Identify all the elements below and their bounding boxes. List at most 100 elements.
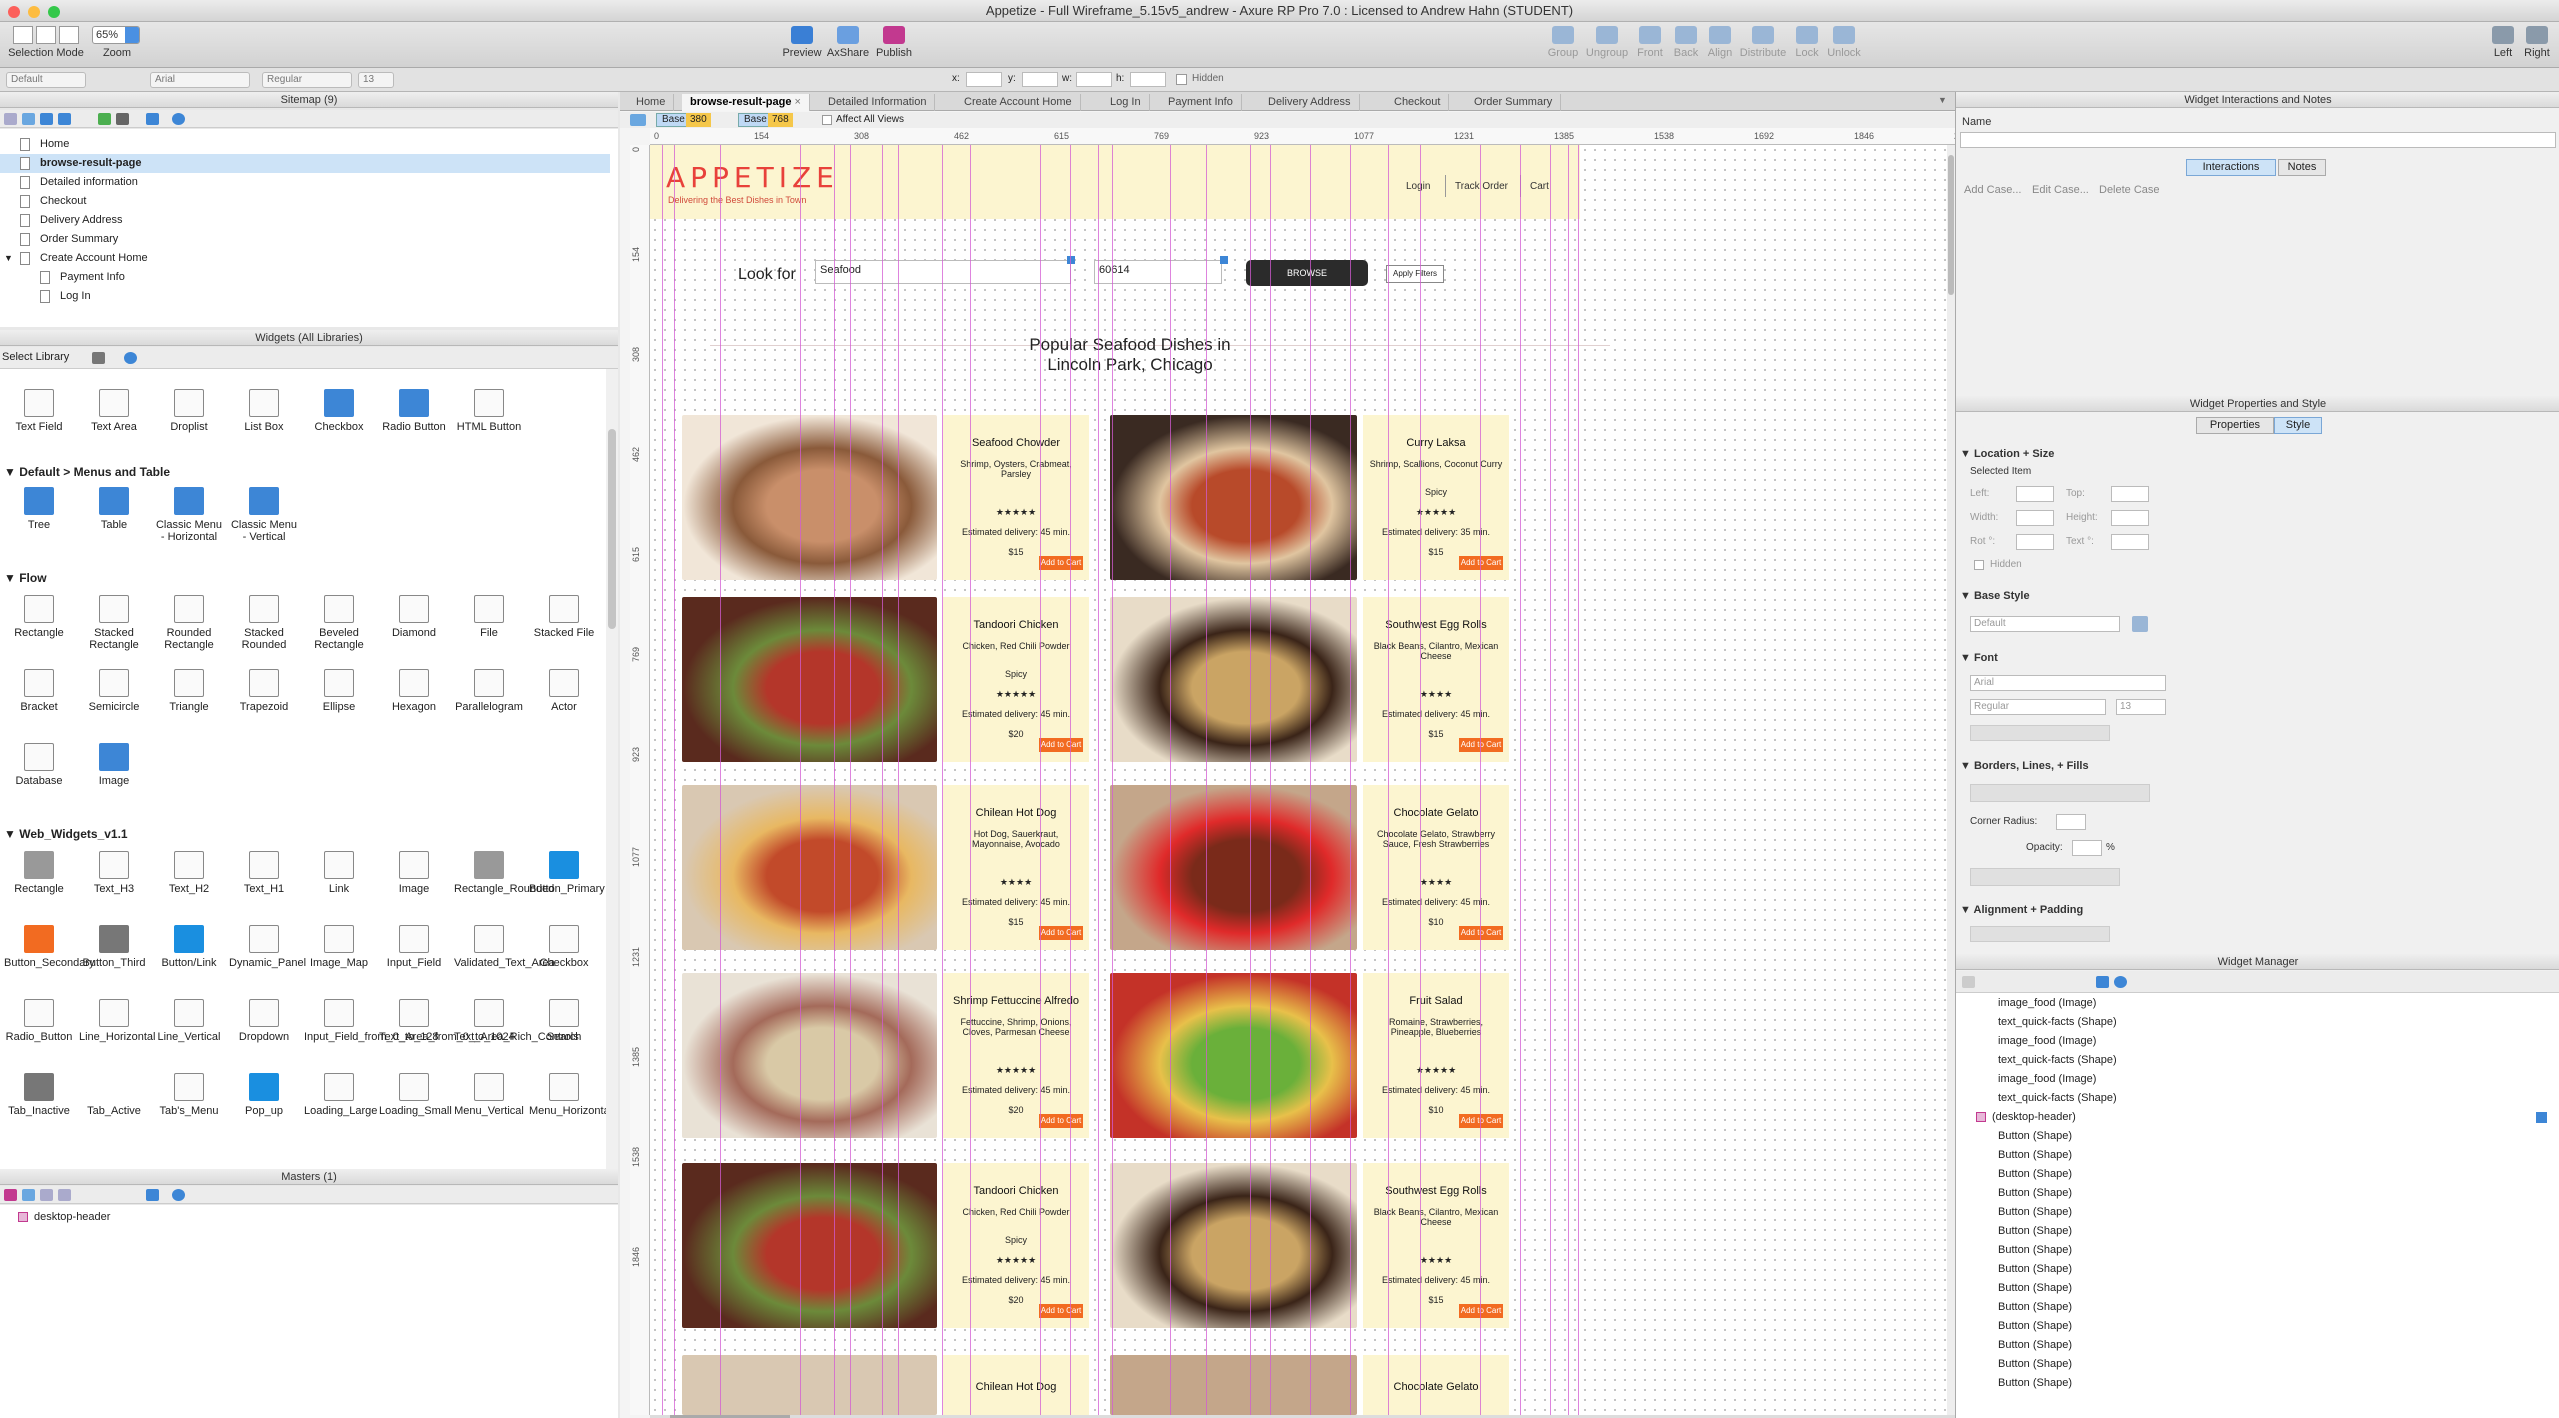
affect-all-views-checkbox[interactable] — [822, 115, 832, 125]
h-input[interactable] — [1130, 72, 1166, 87]
widget-button-primary[interactable]: Button_Primary — [529, 851, 605, 895]
preview-button[interactable]: Preview — [780, 26, 824, 59]
right-pane-toggle[interactable]: Right — [2520, 26, 2554, 59]
left-pane-toggle[interactable]: Left — [2488, 26, 2518, 59]
layout-guide[interactable] — [1578, 145, 1579, 1415]
dish-image[interactable] — [1110, 415, 1357, 580]
widget-manager-item[interactable]: text_quick-facts (Shape) — [1998, 1054, 2117, 1066]
widget-image[interactable]: Image — [79, 743, 149, 787]
tab-properties[interactable]: Properties — [2196, 417, 2274, 434]
move-down-icon[interactable] — [58, 1189, 71, 1201]
layout-guide[interactable] — [1420, 145, 1421, 1415]
canvas-v-scroll-thumb[interactable] — [1948, 155, 1954, 295]
add-to-cart-button[interactable]: Add to Cart — [1459, 1304, 1503, 1318]
widget-classic-menu-vertical[interactable]: Classic Menu - Vertical — [229, 487, 299, 543]
zoom-window-button[interactable] — [48, 6, 60, 18]
connector-mode-icon[interactable] — [59, 26, 79, 44]
top-input[interactable] — [2111, 486, 2149, 502]
tab-browse-result-page[interactable]: browse-result-page × — [682, 94, 810, 111]
delete-page-icon[interactable] — [146, 113, 159, 125]
layout-guide[interactable] — [1170, 145, 1171, 1415]
location-size-section[interactable]: ▼ Location + Size — [1960, 448, 2054, 460]
widget-manager-item[interactable]: Button (Shape) — [1998, 1282, 2072, 1294]
tab-log-in[interactable]: Log In — [1102, 94, 1150, 111]
select-library-dropdown[interactable]: Select Library — [2, 351, 69, 363]
sitemap-item-log-in[interactable]: Log In — [0, 287, 610, 306]
widget-text-h1[interactable]: Text_H1 — [229, 851, 299, 895]
widget-loading-small[interactable]: Loading_Small — [379, 1073, 452, 1117]
widget-manager-item[interactable]: image_food (Image) — [1998, 997, 2096, 1009]
delete-case-link[interactable]: Delete Case — [2099, 184, 2160, 196]
adaptive-views-icon[interactable] — [630, 114, 646, 126]
widget-checkbox[interactable]: Checkbox — [304, 389, 374, 433]
widget-hexagon[interactable]: Hexagon — [379, 669, 449, 713]
widget-link[interactable]: Link — [304, 851, 374, 895]
tab-style[interactable]: Style — [2274, 417, 2322, 434]
sitemap-item-order-summary[interactable]: Order Summary — [0, 230, 610, 249]
layout-guide[interactable] — [1520, 145, 1521, 1415]
layout-guide[interactable] — [834, 145, 835, 1415]
widget-menu-vertical[interactable]: Menu_Vertical — [454, 1073, 524, 1117]
font-weight-select[interactable]: Regular — [262, 72, 352, 88]
layout-guide[interactable] — [942, 145, 943, 1415]
tab-detailed-information[interactable]: Detailed Information — [820, 94, 936, 111]
widget-manager-item[interactable]: Button (Shape) — [1998, 1339, 2072, 1351]
widget-manager-item[interactable]: Button (Shape) — [1998, 1168, 2072, 1180]
widget-radio-button[interactable]: Radio_Button — [4, 999, 74, 1043]
widget-dropdown[interactable]: Dropdown — [229, 999, 299, 1043]
view-width-768[interactable]: 768 — [768, 113, 793, 127]
fill-buttons[interactable] — [1970, 868, 2120, 886]
widget-database[interactable]: Database — [4, 743, 74, 787]
layout-guide[interactable] — [800, 145, 801, 1415]
add-to-cart-button[interactable]: Add to Cart — [1039, 556, 1083, 570]
widget-tab-inactive[interactable]: Tab_Inactive — [4, 1073, 74, 1117]
widget-image[interactable]: Image — [379, 851, 449, 895]
widget-semicircle[interactable]: Semicircle — [79, 669, 149, 713]
layout-guide[interactable] — [1112, 145, 1113, 1415]
filter-icon[interactable] — [2096, 976, 2109, 988]
layout-guide[interactable] — [850, 145, 851, 1415]
edit-case-link[interactable]: Edit Case... — [2032, 184, 2089, 196]
close-window-button[interactable] — [8, 6, 20, 18]
y-input[interactable] — [1022, 72, 1058, 87]
widget-loading-large[interactable]: Loading_Large — [304, 1073, 377, 1117]
layout-guide[interactable] — [1098, 145, 1099, 1415]
widget-button-link[interactable]: Button/Link — [154, 925, 224, 969]
layout-guide[interactable] — [970, 145, 971, 1415]
dish-image[interactable] — [1110, 973, 1357, 1138]
font-section[interactable]: ▼ Font — [1960, 652, 1998, 664]
dish-image[interactable] — [1110, 1163, 1357, 1328]
widget-text-h3[interactable]: Text_H3 — [79, 851, 149, 895]
zoom-dropdown-icon[interactable] — [125, 27, 139, 43]
widget-ellipse[interactable]: Ellipse — [304, 669, 374, 713]
front-button[interactable]: Front — [1632, 26, 1668, 59]
dish-image[interactable] — [1110, 597, 1357, 762]
layout-guide[interactable] — [1350, 145, 1351, 1415]
widget-file[interactable]: File — [454, 595, 524, 639]
rotation-input[interactable] — [2016, 534, 2054, 550]
alignment-buttons[interactable] — [1970, 926, 2110, 942]
layout-guide[interactable] — [882, 145, 883, 1415]
font-family-select[interactable]: Arial — [1970, 675, 2166, 691]
w-input[interactable] — [1076, 72, 1112, 87]
widget-triangle[interactable]: Triangle — [154, 669, 224, 713]
sitemap-item-checkout[interactable]: Checkout — [0, 192, 610, 211]
add-to-cart-button[interactable]: Add to Cart — [1459, 556, 1503, 570]
widget-stacked-rounded[interactable]: Stacked Rounded — [229, 595, 299, 651]
layout-guide[interactable] — [1480, 145, 1481, 1415]
nav-cart[interactable]: Cart — [1530, 181, 1549, 192]
layout-guide[interactable] — [1388, 145, 1389, 1415]
site-logo[interactable]: APPETIZE — [666, 161, 839, 194]
hidden-checkbox[interactable] — [1974, 560, 1984, 570]
height-input[interactable] — [2111, 510, 2149, 526]
widget-dynamic-panel[interactable]: Dynamic_Panel — [229, 925, 306, 969]
select-intersected-icon[interactable] — [13, 26, 33, 44]
tab-order-summary[interactable]: Order Summary — [1466, 94, 1562, 111]
widget-input-field-from-0-to-128[interactable]: Input_Field_from_0_to_128 — [304, 999, 439, 1043]
widget-beveled-rectangle[interactable]: Beveled Rectangle — [304, 595, 374, 651]
widget-manager-item[interactable]: text_quick-facts (Shape) — [1998, 1016, 2117, 1028]
search-icon[interactable] — [124, 352, 137, 364]
search-icon[interactable] — [172, 113, 185, 125]
widget-line-horizontal[interactable]: Line_Horizontal — [79, 999, 155, 1043]
style-select[interactable]: Default — [6, 72, 86, 88]
